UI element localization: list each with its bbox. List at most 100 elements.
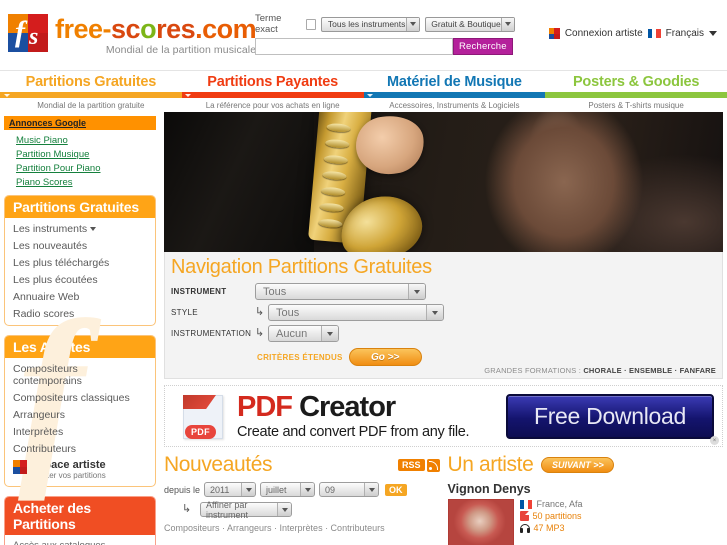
select-year[interactable]: 2011 — [204, 482, 257, 497]
sidebar-label: Les instruments — [13, 222, 88, 235]
logo-res: res — [156, 14, 196, 44]
chevron-down-icon — [408, 284, 425, 299]
grandes-formations-items[interactable]: CHORALE · ENSEMBLE · FANFARE — [583, 366, 716, 375]
pdf-creator-ad-banner[interactable]: PDF PDF Creator Create and convert PDF f… — [164, 385, 723, 447]
google-ads-header: Annonces Google — [4, 116, 156, 130]
sidebar-item-contributeurs[interactable]: Contributeurs — [5, 440, 155, 457]
select-instrument-value: Tous — [263, 285, 287, 298]
sidebar-item-les-instruments[interactable]: Les instruments — [5, 220, 155, 237]
chevron-down-icon[interactable] — [709, 31, 717, 36]
logo-o: o — [140, 14, 157, 44]
select-month[interactable]: juillet — [260, 482, 316, 497]
artist-row: France, Afa 50 partitions 47 MP3 — [447, 499, 724, 545]
nav-sub-payantes: La référence pour vos achats en ligne — [205, 101, 340, 110]
pdf-ad-subtitle: Create and convert PDF from any file. — [237, 423, 470, 440]
artist-name[interactable]: Vignon Denys — [448, 482, 724, 496]
ad-link-partition-musique[interactable]: Partition Musique — [16, 147, 156, 161]
artist-partitions-row[interactable]: 50 partitions — [519, 511, 583, 521]
field-row-instrument: INSTRUMENT Tous — [165, 283, 722, 300]
artist-login-link[interactable]: Connexion artiste — [565, 28, 643, 39]
select-instrumentation[interactable]: Aucun — [268, 325, 339, 342]
caret-down-icon — [184, 92, 193, 98]
exact-term-checkbox[interactable] — [306, 18, 317, 30]
panel-body-les-artistes: Compositeurs contemporains Compositeurs … — [5, 358, 155, 486]
nav-color-bars — [0, 92, 727, 98]
ad-link-partition-pour-piano[interactable]: Partition Pour Piano — [16, 161, 156, 175]
sidebar-item-annuaire-web[interactable]: Annuaire Web — [5, 288, 155, 305]
artist-mp3-row[interactable]: 47 MP3 — [519, 523, 583, 533]
nav-sub-materiel: Accessoires, Instruments & Logiciels — [389, 101, 520, 110]
nouveautes-column: Nouveautés RSS depuis le 2011 juillet 09… — [164, 453, 440, 545]
acces-catalogues-label-buy: Accès aux catalogues — [5, 537, 155, 545]
artist-country-row: France, Afa — [519, 499, 583, 509]
sidebar-item-les-nouveautes[interactable]: Les nouveautés — [5, 237, 155, 254]
close-icon[interactable]: × — [710, 436, 719, 445]
suivant-button[interactable]: SUIVANT >> — [541, 457, 615, 473]
panel-partitions-gratuites: Partitions Gratuites Les instruments Les… — [4, 195, 156, 326]
affiner-row: ↳ Affiner par instrument — [164, 500, 440, 520]
chevron-down-icon — [277, 503, 291, 516]
branch-arrow-icon: ↳ — [255, 327, 265, 339]
criteres-etendus-link[interactable]: CRITÈRES ÉTENDUS — [257, 353, 343, 362]
sidebar-item-radio-scores[interactable]: Radio scores — [5, 305, 155, 322]
espace-artiste-title: Espace artiste — [31, 459, 106, 471]
branch-arrow-icon: ↳ — [182, 503, 192, 515]
sidebar-item-interpretes[interactable]: Interprètes — [5, 423, 155, 440]
score-icon — [519, 511, 529, 521]
search-input[interactable] — [255, 38, 453, 55]
nav-bar-payantes — [181, 92, 364, 98]
nav-subtitles: Mondial de la partition gratuite La réfé… — [0, 98, 727, 112]
ok-button[interactable]: OK — [385, 483, 407, 496]
nav-bar-materiel — [363, 92, 546, 98]
nouveautes-header: Nouveautés RSS — [164, 453, 440, 477]
un-artiste-title: Un artiste — [447, 453, 534, 476]
branch-arrow-icon: ↳ — [255, 306, 265, 318]
go-row: CRITÈRES ÉTENDUS Go >> — [165, 348, 722, 366]
select-day[interactable]: 09 — [319, 482, 380, 497]
logo-dash: - — [102, 14, 112, 44]
free-download-button[interactable]: Free Download — [506, 394, 714, 439]
espace-artiste-block[interactable]: Espace artiste Ajouter vos partitions — [5, 457, 155, 483]
ad-link-piano-scores[interactable]: Piano Scores — [16, 175, 156, 189]
ad-link-music-piano[interactable]: Music Piano — [16, 133, 156, 147]
instrument-filter-select[interactable]: Tous les instruments — [321, 16, 421, 32]
sidebar-item-compositeurs-classiques[interactable]: Compositeurs classiques — [5, 389, 155, 406]
panel-body-partitions-gratuites: Les instruments Les nouveautés Les plus … — [5, 218, 155, 325]
tab-partitions-gratuites[interactable]: Partitions Gratuites — [0, 71, 182, 92]
nouveautes-crumbs[interactable]: Compositeurs · Arrangeurs · Interprètes … — [164, 523, 440, 533]
navigation-partitions-panel: Navigation Partitions Gratuites INSTRUME… — [164, 252, 723, 379]
tab-posters-goodies[interactable]: Posters & Goodies — [545, 71, 727, 92]
chevron-down-icon — [406, 17, 420, 31]
caret-down-icon — [2, 92, 11, 98]
un-artiste-header: Un artiste SUIVANT >> — [448, 453, 724, 477]
sidebar-item-compositeurs-contemporains[interactable]: Compositeurs contemporains — [5, 360, 155, 389]
go-button[interactable]: Go >> — [348, 348, 422, 366]
navigation-panel-title: Navigation Partitions Gratuites — [171, 256, 432, 278]
artist-photo[interactable] — [447, 499, 514, 545]
search-button[interactable]: Recherche — [453, 38, 513, 55]
sidebar-item-les-plus-telecharges[interactable]: Les plus téléchargés — [5, 254, 155, 271]
language-label[interactable]: Français — [666, 28, 704, 39]
select-instrument[interactable]: Tous — [255, 283, 426, 300]
select-affiner-instrument[interactable]: Affiner par instrument — [200, 500, 292, 520]
artist-meta: France, Afa 50 partitions 47 MP3 — [519, 499, 583, 545]
rss-link[interactable]: RSS — [397, 458, 440, 472]
site-logo[interactable]: fs free-scores.com Mondial de la partiti… — [8, 14, 257, 57]
sidebar-item-les-plus-ecoutees[interactable]: Les plus écoutées — [5, 271, 155, 288]
left-sidebar: f Annonces Google Music Piano Partition … — [0, 112, 160, 545]
panel-title-les-artistes: Les Artistes — [5, 336, 155, 358]
header-search: Terme exact Tous les instruments Gratuit… — [255, 13, 515, 55]
logo-sc: sc — [111, 14, 141, 44]
panel-title-acheter: Acheter des Partitions — [5, 497, 155, 536]
select-year-value: 2011 — [210, 484, 230, 495]
tab-partitions-payantes[interactable]: Partitions Payantes — [182, 71, 364, 92]
france-flag-icon — [647, 29, 661, 38]
select-style[interactable]: Tous — [268, 304, 444, 321]
shop-filter-select[interactable]: Gratuit & Boutique — [425, 16, 515, 32]
chevron-down-icon — [501, 17, 514, 31]
tab-materiel-de-musique[interactable]: Matériel de Musique — [364, 71, 546, 92]
site-header: fs free-scores.com Mondial de la partiti… — [0, 0, 727, 70]
logo-tagline: Mondial de la partition musicale — [105, 44, 257, 57]
nav-sub-posters: Posters & T-shirts musique — [588, 101, 684, 110]
sidebar-item-arrangeurs[interactable]: Arrangeurs — [5, 406, 155, 423]
